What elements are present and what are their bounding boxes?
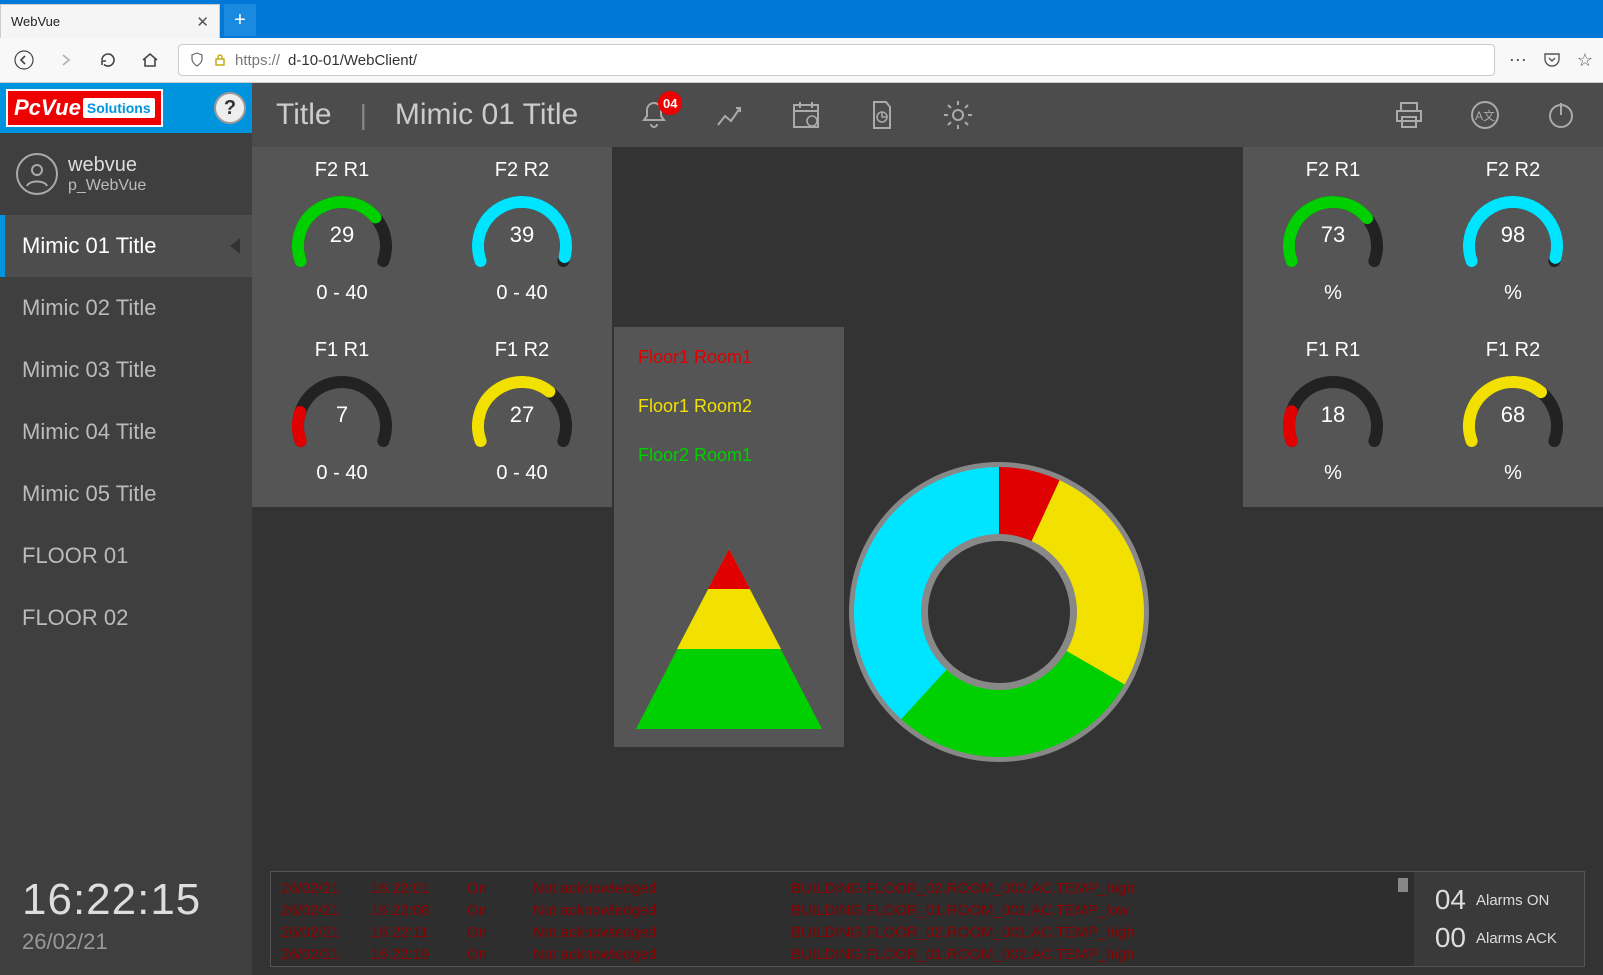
alarms-on-count: 04 <box>1426 884 1466 916</box>
alarm-counts: 04 Alarms ON 00 Alarms ACK <box>1414 872 1584 966</box>
url-input[interactable]: https:// d-10-01/WebClient/ <box>178 44 1495 76</box>
url-protocol: https:// <box>235 52 280 69</box>
legend-item: Floor2 Room1 <box>638 445 820 466</box>
gauge-F2R1: F2 R1 290 - 40 <box>252 147 432 327</box>
legend-item: Floor1 Room1 <box>638 347 820 368</box>
alarm-row[interactable]: 26/02/2116:22:01OnNot acknowledgedBUILDI… <box>281 878 1404 900</box>
new-tab-button[interactable]: + <box>224 4 256 36</box>
svg-text:A文: A文 <box>1475 108 1495 123</box>
bell-icon[interactable]: 04 <box>636 97 672 133</box>
donut-chart <box>844 457 1154 767</box>
alarms-ack-label: Alarms ACK <box>1476 930 1557 947</box>
sidebar-item-3[interactable]: Mimic 04 Title <box>0 401 252 463</box>
reload-button[interactable] <box>94 46 122 74</box>
pyramid-chart <box>636 549 822 729</box>
topbar: Title | Mimic 01 Title 04 <box>252 83 1603 147</box>
gear-icon[interactable] <box>940 97 976 133</box>
help-button[interactable]: ? <box>214 92 246 124</box>
sidebar: PcVue Solutions ? webvue p_WebVue Mimic … <box>0 83 252 975</box>
alarm-row[interactable]: 26/02/2116:22:19OnNot acknowledgedBUILDI… <box>281 944 1404 966</box>
pocket-icon[interactable] <box>1543 51 1561 69</box>
power-icon[interactable] <box>1543 97 1579 133</box>
alarms-on-label: Alarms ON <box>1476 892 1549 909</box>
sidebar-item-0[interactable]: Mimic 01 Title <box>0 215 252 277</box>
gauge-F1R2: F1 R2 270 - 40 <box>432 327 612 507</box>
url-text: d-10-01/WebClient/ <box>288 52 417 69</box>
page-title: Title <box>276 98 332 132</box>
user-name: webvue <box>68 154 146 177</box>
alarm-list[interactable]: 26/02/2116:22:01OnNot acknowledgedBUILDI… <box>271 872 1414 966</box>
bookmark-icon[interactable]: ☆ <box>1577 50 1593 71</box>
browser-chrome: WebVue ✕ + https:// d-10-01/WebClient/ <box>0 0 1603 83</box>
gauge-F2R2: F2 R2 98% <box>1423 147 1603 327</box>
alarm-badge: 04 <box>658 91 682 115</box>
user-block[interactable]: webvue p_WebVue <box>0 133 252 215</box>
clock: 16:22:15 26/02/21 <box>0 861 252 975</box>
clock-date: 26/02/21 <box>22 929 230 955</box>
nav-list: Mimic 01 TitleMimic 02 TitleMimic 03 Tit… <box>0 215 252 861</box>
tab-title: WebVue <box>11 14 60 29</box>
home-button[interactable] <box>136 46 164 74</box>
sidebar-item-2[interactable]: Mimic 03 Title <box>0 339 252 401</box>
mimic-canvas: F2 R1 290 - 40F2 R2 390 - 40F1 R1 70 - 4… <box>252 147 1603 975</box>
gauge-panel-left: F2 R1 290 - 40F2 R2 390 - 40F1 R1 70 - 4… <box>252 147 612 507</box>
alarm-row[interactable]: 26/02/2116:22:08OnNot acknowledgedBUILDI… <box>281 900 1404 922</box>
avatar-icon <box>16 153 58 195</box>
sidebar-item-6[interactable]: FLOOR 02 <box>0 587 252 649</box>
sidebar-item-5[interactable]: FLOOR 01 <box>0 525 252 587</box>
legend-item: Floor1 Room2 <box>638 396 820 417</box>
gauge-F1R1: F1 R1 18% <box>1243 327 1423 507</box>
browser-tools: ⋯ ☆ <box>1509 50 1593 71</box>
trend-icon[interactable] <box>712 97 748 133</box>
clock-time: 16:22:15 <box>22 875 230 925</box>
lock-icon <box>213 53 227 67</box>
gauge-F2R2: F2 R2 390 - 40 <box>432 147 612 327</box>
language-icon[interactable]: A文 <box>1467 97 1503 133</box>
address-bar: https:// d-10-01/WebClient/ ⋯ ☆ <box>0 38 1603 82</box>
more-icon[interactable]: ⋯ <box>1509 50 1527 71</box>
tab-strip: WebVue ✕ + <box>0 0 1603 38</box>
sidebar-item-1[interactable]: Mimic 02 Title <box>0 277 252 339</box>
mimic-title: Mimic 01 Title <box>395 98 578 132</box>
sidebar-item-4[interactable]: Mimic 05 Title <box>0 463 252 525</box>
forward-button[interactable] <box>52 46 80 74</box>
app-root: PcVue Solutions ? webvue p_WebVue Mimic … <box>0 83 1603 975</box>
alarm-row[interactable]: 26/02/2116:22:11OnNot acknowledgedBUILDI… <box>281 922 1404 944</box>
title-separator: | <box>360 99 367 131</box>
alarm-strip: 26/02/2116:22:01OnNot acknowledgedBUILDI… <box>270 871 1585 967</box>
print-icon[interactable] <box>1391 97 1427 133</box>
shield-icon <box>189 52 205 68</box>
back-button[interactable] <box>10 46 38 74</box>
alarms-ack-count: 00 <box>1426 922 1466 954</box>
gauge-F1R2: F1 R2 68% <box>1423 327 1603 507</box>
gauge-F1R1: F1 R1 70 - 40 <box>252 327 432 507</box>
scroll-thumb[interactable] <box>1398 878 1408 892</box>
gauge-F2R1: F2 R1 73% <box>1243 147 1423 327</box>
brand-logo: PcVue Solutions <box>6 89 163 127</box>
user-profile: p_WebVue <box>68 177 146 195</box>
browser-tab[interactable]: WebVue ✕ <box>0 4 220 38</box>
legend-panel: Floor1 Room1 Floor1 Room2 Floor2 Room1 <box>614 327 844 747</box>
logo-bar: PcVue Solutions ? <box>0 83 252 133</box>
calendar-icon[interactable] <box>788 97 824 133</box>
report-icon[interactable] <box>864 97 900 133</box>
close-icon[interactable]: ✕ <box>196 13 209 31</box>
brand-name: PcVue <box>14 95 81 121</box>
main-area: Title | Mimic 01 Title 04 <box>252 83 1603 975</box>
gauge-panel-right: F2 R1 73%F2 R2 98%F1 R1 18%F1 R2 68% <box>1243 147 1603 507</box>
brand-suffix: Solutions <box>83 98 155 118</box>
